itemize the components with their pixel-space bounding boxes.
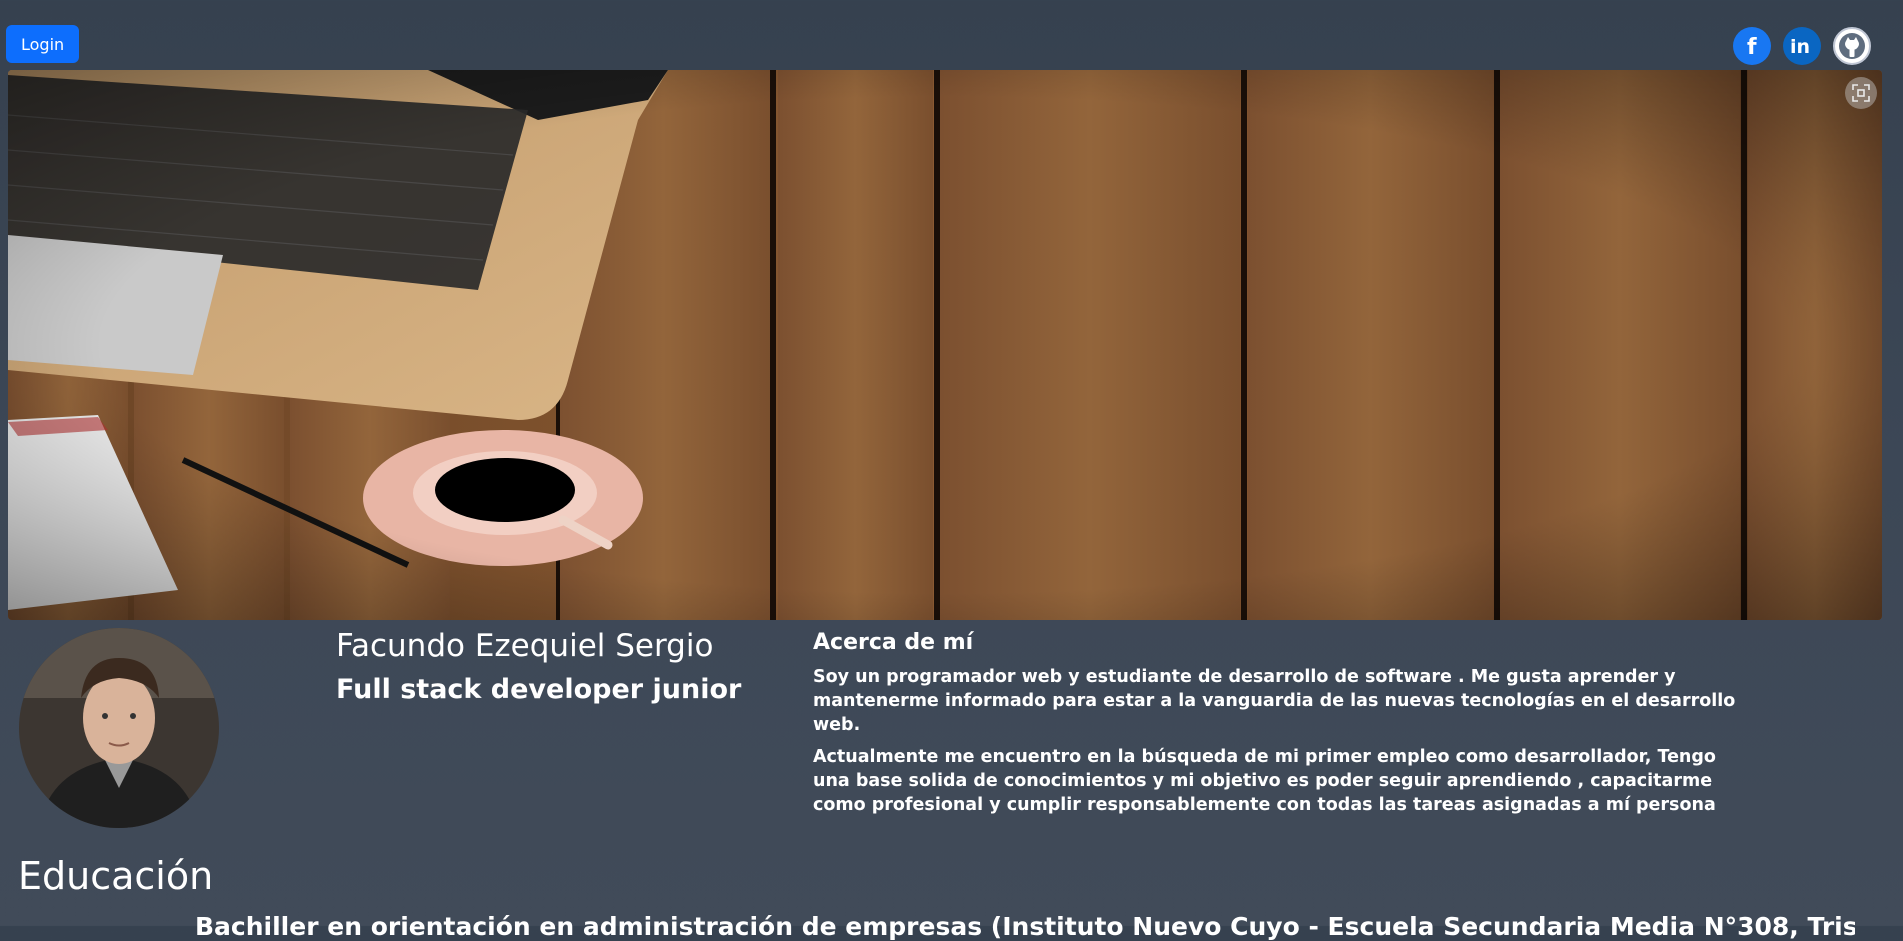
- about-section: Acerca de mí Soy un programador web y es…: [813, 630, 1753, 825]
- profile-name: Facundo Ezequiel Sergio: [336, 628, 714, 664]
- expand-icon[interactable]: [1845, 77, 1877, 109]
- about-title: Acerca de mí: [813, 630, 974, 655]
- education-item: Bachiller en orientación en administraci…: [195, 912, 1855, 941]
- banner-image: [8, 70, 1882, 620]
- education-title: Educación: [18, 854, 214, 898]
- avatar: [19, 628, 219, 828]
- login-button[interactable]: Login: [6, 25, 80, 63]
- svg-text:in: in: [1790, 36, 1810, 58]
- linkedin-icon[interactable]: in: [1783, 27, 1821, 65]
- about-paragraph-2: Actualmente me encuentro en la búsqueda …: [813, 747, 1716, 815]
- social-links: f in: [1733, 27, 1871, 65]
- profile-role: Full stack developer junior: [336, 674, 742, 705]
- about-paragraph-1: Soy un programador web y estudiante de d…: [813, 667, 1736, 735]
- github-icon[interactable]: [1833, 27, 1871, 65]
- svg-text:f: f: [1747, 35, 1757, 58]
- facebook-icon[interactable]: f: [1733, 27, 1771, 65]
